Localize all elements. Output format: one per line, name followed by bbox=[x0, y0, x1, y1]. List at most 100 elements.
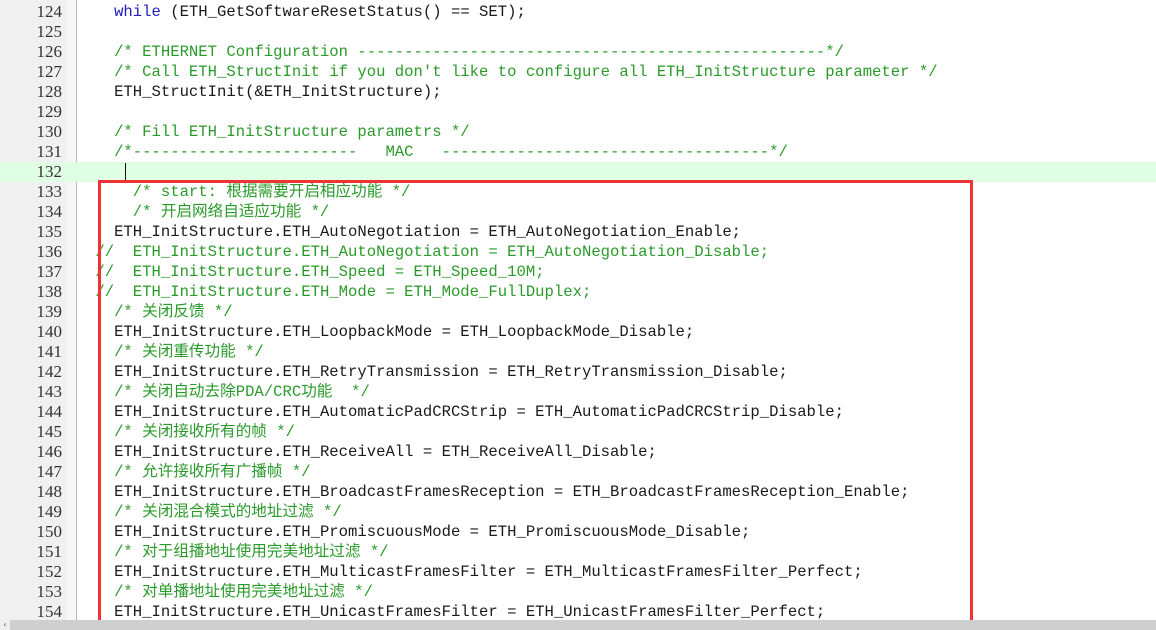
code-line[interactable]: 143 /* 关闭自动去除PDA/CRC功能 */ bbox=[0, 382, 1156, 402]
code-token: ETH_InitStructure.ETH_ReceiveAll = ETH_R… bbox=[86, 443, 657, 461]
line-number: 132 bbox=[36, 162, 63, 181]
code-line[interactable]: 132 bbox=[0, 162, 1156, 182]
scrollbar-track[interactable] bbox=[10, 620, 1156, 630]
code-line[interactable]: 127 /* Call ETH_StructInit if you don't … bbox=[0, 62, 1156, 82]
code-text[interactable]: ETH_InitStructure.ETH_LoopbackMode = ETH… bbox=[86, 322, 694, 342]
code-token: ETH_InitStructure.ETH_UnicastFramesFilte… bbox=[86, 603, 826, 620]
code-text[interactable]: ETH_InitStructure.ETH_RetryTransmission … bbox=[86, 362, 788, 382]
code-text[interactable]: /* 关闭自动去除PDA/CRC功能 */ bbox=[86, 382, 370, 402]
code-line[interactable]: 142 ETH_InitStructure.ETH_RetryTransmiss… bbox=[0, 362, 1156, 382]
code-text[interactable]: /* 关闭接收所有的帧 */ bbox=[86, 422, 295, 442]
comment-token: // ETH_InitStructure.ETH_Speed = ETH_Spe… bbox=[86, 263, 545, 281]
code-line[interactable]: 134 /* 开启网络自适应功能 */ bbox=[0, 202, 1156, 222]
code-text[interactable]: // ETH_InitStructure.ETH_Mode = ETH_Mode… bbox=[86, 282, 591, 302]
code-line[interactable]: 139 /* 关闭反馈 */ bbox=[0, 302, 1156, 322]
line-number: 145 bbox=[36, 422, 63, 441]
code-text[interactable]: /* start: 根据需要开启相应功能 */ bbox=[86, 182, 411, 202]
code-line[interactable]: 130 /* Fill ETH_InitStructure parametrs … bbox=[0, 122, 1156, 142]
code-text[interactable]: /* 允许接收所有广播帧 */ bbox=[86, 462, 311, 482]
code-line[interactable]: 152 ETH_InitStructure.ETH_MulticastFrame… bbox=[0, 562, 1156, 582]
code-text[interactable]: // ETH_InitStructure.ETH_Speed = ETH_Spe… bbox=[86, 262, 545, 282]
line-number: 136 bbox=[36, 242, 63, 261]
comment-token: /* 开启网络自适应功能 */ bbox=[86, 203, 330, 221]
code-text[interactable]: /* ETHERNET Configuration --------------… bbox=[86, 42, 844, 62]
line-number: 147 bbox=[36, 462, 63, 481]
code-line[interactable]: 133 /* start: 根据需要开启相应功能 */ bbox=[0, 182, 1156, 202]
code-token: ETH_InitStructure.ETH_AutomaticPadCRCStr… bbox=[86, 403, 844, 421]
code-line[interactable]: 153 /* 对单播地址使用完美地址过滤 */ bbox=[0, 582, 1156, 602]
code-line[interactable]: 126 /* ETHERNET Configuration ----------… bbox=[0, 42, 1156, 62]
code-line[interactable]: 131 /*------------------------ MAC -----… bbox=[0, 142, 1156, 162]
code-text[interactable]: ETH_StructInit(&ETH_InitStructure); bbox=[86, 82, 442, 102]
code-token: ETH_InitStructure.ETH_RetryTransmission … bbox=[86, 363, 788, 381]
code-text[interactable]: /* 关闭混合模式的地址过滤 */ bbox=[86, 502, 342, 522]
code-text[interactable]: ETH_InitStructure.ETH_MulticastFramesFil… bbox=[86, 562, 863, 582]
code-line[interactable]: 138 // ETH_InitStructure.ETH_Mode = ETH_… bbox=[0, 282, 1156, 302]
line-number: 148 bbox=[36, 482, 63, 501]
horizontal-scrollbar[interactable]: ‹ bbox=[0, 620, 1156, 630]
line-number: 128 bbox=[36, 82, 63, 101]
comment-token: /* start: 根据需要开启相应功能 */ bbox=[86, 183, 411, 201]
code-text[interactable]: /* 对于组播地址使用完美地址过滤 */ bbox=[86, 542, 388, 562]
code-text[interactable]: ETH_InitStructure.ETH_BroadcastFramesRec… bbox=[86, 482, 909, 502]
code-text[interactable]: ETH_InitStructure.ETH_PromiscuousMode = … bbox=[86, 522, 750, 542]
code-text[interactable]: /* 对单播地址使用完美地址过滤 */ bbox=[86, 582, 373, 602]
code-token: ETH_StructInit(&ETH_InitStructure); bbox=[86, 83, 442, 101]
code-line[interactable]: 148 ETH_InitStructure.ETH_BroadcastFrame… bbox=[0, 482, 1156, 502]
code-text[interactable]: /* Fill ETH_InitStructure parametrs */ bbox=[86, 122, 470, 142]
line-number: 129 bbox=[36, 102, 63, 121]
comment-token: // ETH_InitStructure.ETH_AutoNegotiation… bbox=[86, 243, 770, 261]
code-line[interactable]: 125 bbox=[0, 22, 1156, 42]
code-line[interactable]: 136 // ETH_InitStructure.ETH_AutoNegotia… bbox=[0, 242, 1156, 262]
comment-token: /* Call ETH_StructInit if you don't like… bbox=[86, 63, 938, 81]
code-line[interactable]: 137 // ETH_InitStructure.ETH_Speed = ETH… bbox=[0, 262, 1156, 282]
code-line[interactable]: 124 while (ETH_GetSoftwareResetStatus() … bbox=[0, 2, 1156, 22]
code-text[interactable]: /* 开启网络自适应功能 */ bbox=[86, 202, 330, 222]
code-line[interactable]: 140 ETH_InitStructure.ETH_LoopbackMode =… bbox=[0, 322, 1156, 342]
comment-token: /* Fill ETH_InitStructure parametrs */ bbox=[86, 123, 470, 141]
comment-token: /* 关闭自动去除PDA/CRC功能 */ bbox=[86, 383, 370, 401]
keyword-token: while bbox=[114, 3, 161, 21]
line-number: 127 bbox=[36, 62, 63, 81]
code-line[interactable]: 141 /* 关闭重传功能 */ bbox=[0, 342, 1156, 362]
code-line[interactable]: 151 /* 对于组播地址使用完美地址过滤 */ bbox=[0, 542, 1156, 562]
code-line[interactable]: 129 bbox=[0, 102, 1156, 122]
code-text[interactable]: /* 关闭反馈 */ bbox=[86, 302, 233, 322]
code-text[interactable]: // ETH_InitStructure.ETH_AutoNegotiation… bbox=[86, 242, 769, 262]
line-number: 151 bbox=[36, 542, 63, 561]
code-line[interactable]: 146 ETH_InitStructure.ETH_ReceiveAll = E… bbox=[0, 442, 1156, 462]
code-text[interactable]: ETH_InitStructure.ETH_UnicastFramesFilte… bbox=[86, 602, 825, 620]
code-text[interactable]: /* 关闭重传功能 */ bbox=[86, 342, 264, 362]
code-line[interactable]: 145 /* 关闭接收所有的帧 */ bbox=[0, 422, 1156, 442]
code-text[interactable]: while (ETH_GetSoftwareResetStatus() == S… bbox=[86, 2, 526, 22]
comment-token: /* 关闭接收所有的帧 */ bbox=[86, 423, 295, 441]
code-line[interactable]: 144 ETH_InitStructure.ETH_AutomaticPadCR… bbox=[0, 402, 1156, 422]
code-token: (ETH_GetSoftwareResetStatus() == SET); bbox=[160, 3, 526, 21]
code-line[interactable]: 150 ETH_InitStructure.ETH_PromiscuousMod… bbox=[0, 522, 1156, 542]
code-line[interactable]: 149 /* 关闭混合模式的地址过滤 */ bbox=[0, 502, 1156, 522]
code-text[interactable]: /* Call ETH_StructInit if you don't like… bbox=[86, 62, 938, 82]
line-number: 152 bbox=[36, 562, 63, 581]
code-text[interactable]: /*------------------------ MAC ---------… bbox=[86, 142, 788, 162]
line-number: 143 bbox=[36, 382, 63, 401]
code-token: ETH_InitStructure.ETH_PromiscuousMode = … bbox=[86, 523, 751, 541]
line-number: 146 bbox=[36, 442, 63, 461]
line-number: 154 bbox=[36, 602, 63, 620]
code-text[interactable]: ETH_InitStructure.ETH_AutomaticPadCRCStr… bbox=[86, 402, 844, 422]
line-number: 124 bbox=[36, 2, 63, 21]
code-editor[interactable]: 124 while (ETH_GetSoftwareResetStatus() … bbox=[0, 0, 1156, 620]
code-text[interactable]: ETH_InitStructure.ETH_AutoNegotiation = … bbox=[86, 222, 741, 242]
code-text[interactable]: ETH_InitStructure.ETH_ReceiveAll = ETH_R… bbox=[86, 442, 657, 462]
scroll-left-arrow-icon[interactable]: ‹ bbox=[0, 620, 10, 630]
comment-token: /* 关闭混合模式的地址过滤 */ bbox=[86, 503, 342, 521]
code-token: ETH_InitStructure.ETH_MulticastFramesFil… bbox=[86, 563, 863, 581]
code-line[interactable]: 135 ETH_InitStructure.ETH_AutoNegotiatio… bbox=[0, 222, 1156, 242]
code-line[interactable]: 154 ETH_InitStructure.ETH_UnicastFramesF… bbox=[0, 602, 1156, 620]
code-lines[interactable]: 124 while (ETH_GetSoftwareResetStatus() … bbox=[0, 2, 1156, 620]
comment-token: /* 对单播地址使用完美地址过滤 */ bbox=[86, 583, 373, 601]
code-line[interactable]: 128 ETH_StructInit(&ETH_InitStructure); bbox=[0, 82, 1156, 102]
line-number: 140 bbox=[36, 322, 63, 341]
line-number: 144 bbox=[36, 402, 63, 421]
code-line[interactable]: 147 /* 允许接收所有广播帧 */ bbox=[0, 462, 1156, 482]
comment-token: /* 关闭反馈 */ bbox=[86, 303, 233, 321]
